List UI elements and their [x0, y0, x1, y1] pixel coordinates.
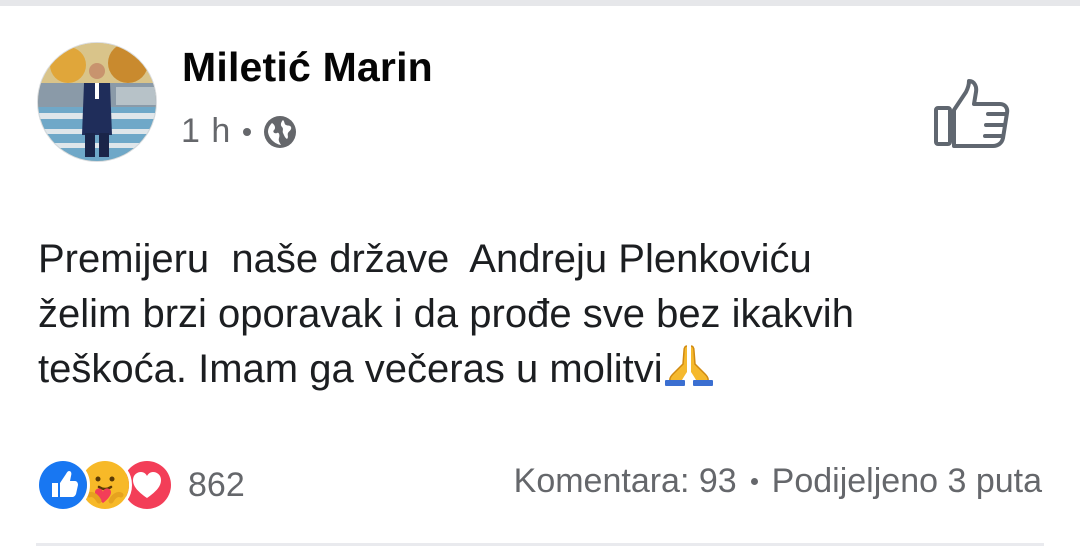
comments-count[interactable]: Komentara: 93	[514, 462, 737, 501]
post-stats: Komentara: 93 Podijeljeno 3 puta	[514, 462, 1042, 501]
avatar-photo	[38, 43, 156, 161]
author-name[interactable]: Miletić Marin	[182, 44, 433, 91]
bottom-divider	[36, 543, 1044, 546]
meta-separator	[243, 127, 252, 136]
folded-hands-icon	[664, 345, 713, 386]
top-divider	[0, 0, 1080, 6]
thumbs-up-outline-icon[interactable]	[930, 78, 1012, 150]
avatar[interactable]	[37, 42, 157, 162]
post-text-line: Premijeru naše države Andreju Plenkoviću	[38, 237, 812, 281]
reaction-count: 862	[188, 465, 245, 504]
post-time[interactable]: 1 h	[181, 112, 231, 151]
shares-count[interactable]: Podijeljeno 3 puta	[772, 462, 1042, 501]
like-reaction-icon	[36, 458, 90, 512]
post-text: Premijeru naše države Andreju Plenkoviću…	[38, 232, 1048, 397]
facebook-post: Miletić Marin 1 h Premijeru naše države …	[0, 0, 1080, 549]
post-text-line: teškoća. Imam ga večeras u molitvi	[38, 347, 663, 391]
post-meta: 1 h	[181, 112, 297, 151]
reactions-summary[interactable]: 862	[36, 458, 245, 512]
post-text-line-last: teškoća. Imam ga večeras u molitvi	[38, 342, 1048, 397]
post-text-line: želim brzi oporavak i da prođe sve bez i…	[38, 292, 854, 336]
globe-icon[interactable]	[263, 115, 297, 149]
stats-separator	[750, 478, 758, 485]
